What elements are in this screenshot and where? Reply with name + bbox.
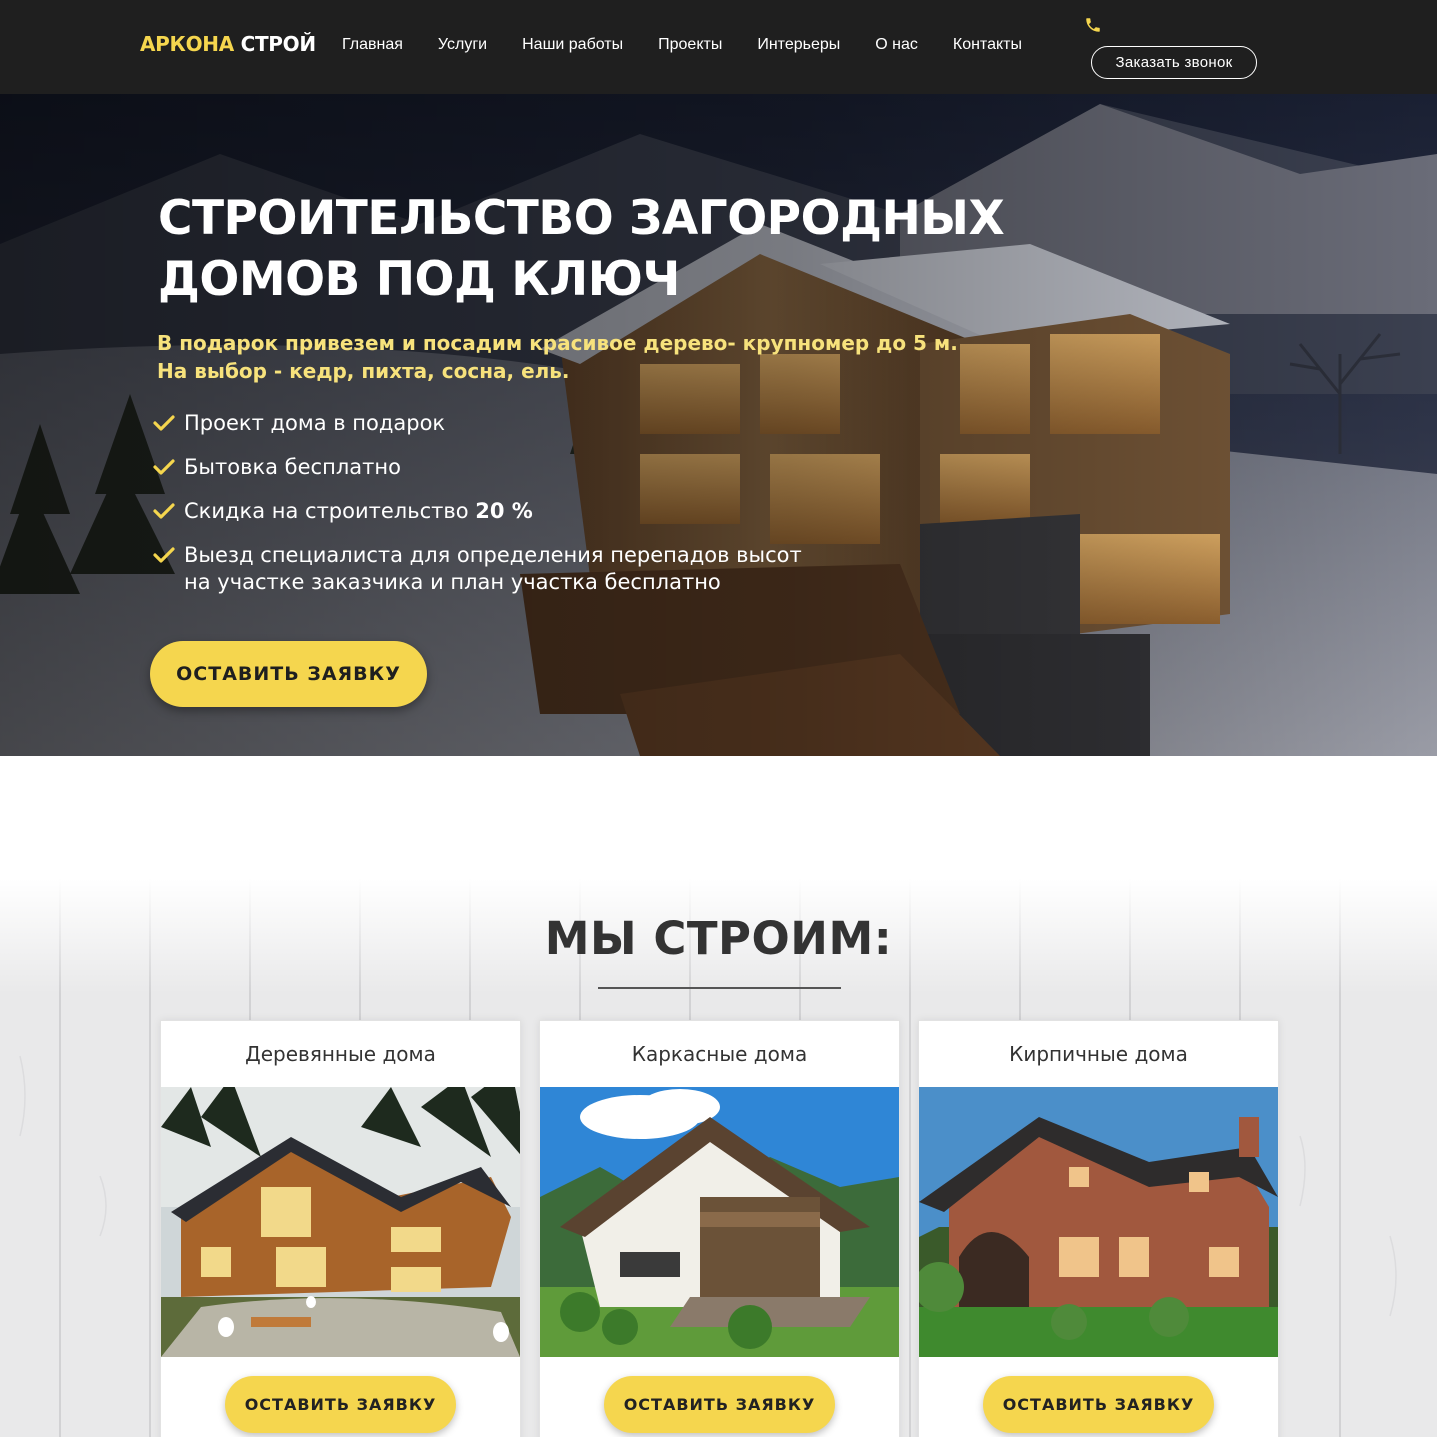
card-title: Кирпичные дома [1009, 1042, 1188, 1066]
hero-submit-request-button[interactable]: ОСТАВИТЬ ЗАЯВКУ [150, 641, 427, 707]
top-navbar: АРКОНА СТРОЙ Главная Услуги Наши работы … [0, 0, 1437, 94]
discount-value: 20 % [475, 499, 533, 523]
brick-house-image [919, 1087, 1278, 1357]
card-submit-request-button[interactable]: ОСТАВИТЬ ЗАЯВКУ [604, 1376, 835, 1433]
checkmark-icon [153, 547, 175, 563]
title-underline [598, 987, 841, 989]
card-image [919, 1087, 1278, 1357]
menu-item-home[interactable]: Главная [342, 36, 403, 54]
hero-title-line2: ДОМОВ ПОД КЛЮЧ [158, 252, 680, 307]
feature-text: Скидка на строительство [184, 499, 476, 523]
feature-text: Выезд специалиста для определения перепа… [184, 543, 802, 567]
feature-text-line2: на участке заказчика и план участка бесп… [184, 570, 721, 594]
feature-item: Бытовка бесплатно [153, 454, 802, 481]
feature-text: Проект дома в подарок [184, 411, 446, 435]
hero-subtitle-line1: В подарок привезем и посадим красивое де… [157, 331, 958, 355]
card-wooden-houses: Деревянные дома ОСТАВИТЬ ЗАЯВКУ [160, 1020, 521, 1437]
card-title: Каркасные дома [631, 1042, 808, 1066]
hero-features-list: Проект дома в подарок Бытовка бесплатно … [153, 410, 802, 613]
menu-item-interiors[interactable]: Интерьеры [757, 36, 840, 54]
hero-title: СТРОИТЕЛЬСТВО ЗАГОРОДНЫХ ДОМОВ ПОД КЛЮЧ [158, 188, 1058, 310]
menu-item-projects[interactable]: Проекты [658, 36, 722, 54]
checkmark-icon [153, 459, 175, 475]
feature-item: Скидка на строительство 20 % [153, 498, 802, 525]
hero-subtitle: В подарок привезем и посадим красивое де… [157, 329, 977, 385]
card-title: Деревянные дома [245, 1042, 436, 1066]
checkmark-icon [153, 415, 175, 431]
feature-item: Выезд специалиста для определения перепа… [153, 542, 802, 596]
card-frame-houses: Каркасные дома ОСТАВИТЬ ЗАЯВКУ [539, 1020, 900, 1437]
frame-house-image [540, 1087, 899, 1357]
card-brick-houses: Кирпичные дома ОСТАВИТЬ ЗАЯВКУ [918, 1020, 1279, 1437]
hero-banner: СТРОИТЕЛЬСТВО ЗАГОРОДНЫХ ДОМОВ ПОД КЛЮЧ … [0, 94, 1437, 756]
card-submit-request-button[interactable]: ОСТАВИТЬ ЗАЯВКУ [983, 1376, 1214, 1433]
card-image [540, 1087, 899, 1357]
main-menu: Главная Услуги Наши работы Проекты Интер… [342, 36, 1057, 54]
menu-item-services[interactable]: Услуги [438, 36, 487, 54]
card-submit-request-button[interactable]: ОСТАВИТЬ ЗАЯВКУ [225, 1376, 456, 1433]
order-call-button[interactable]: Заказать звонок [1091, 46, 1257, 79]
checkmark-icon [153, 503, 175, 519]
wooden-house-image [161, 1087, 520, 1357]
menu-item-about[interactable]: О нас [875, 36, 918, 54]
section-title: МЫ СТРОИМ: [544, 912, 893, 965]
feature-item: Проект дома в подарок [153, 410, 802, 437]
menu-item-contacts[interactable]: Контакты [953, 36, 1022, 54]
hero-subtitle-line2: На выбор - кедр, пихта, сосна, ель. [157, 359, 570, 383]
logo-rest: СТРОЙ [233, 32, 317, 56]
logo-accent: АРКОНА [140, 32, 234, 56]
hero-title-line1: СТРОИТЕЛЬСТВО ЗАГОРОДНЫХ [158, 191, 1005, 246]
card-image [161, 1087, 520, 1357]
phone-icon[interactable] [1084, 16, 1102, 34]
menu-item-works[interactable]: Наши работы [522, 36, 623, 54]
we-build-section: МЫ СТРОИМ: Деревянные дома ОСТАВИТЬ ЗАЯВ… [0, 756, 1437, 1437]
site-logo[interactable]: АРКОНА СТРОЙ [140, 32, 316, 56]
feature-text: Бытовка бесплатно [184, 455, 401, 479]
